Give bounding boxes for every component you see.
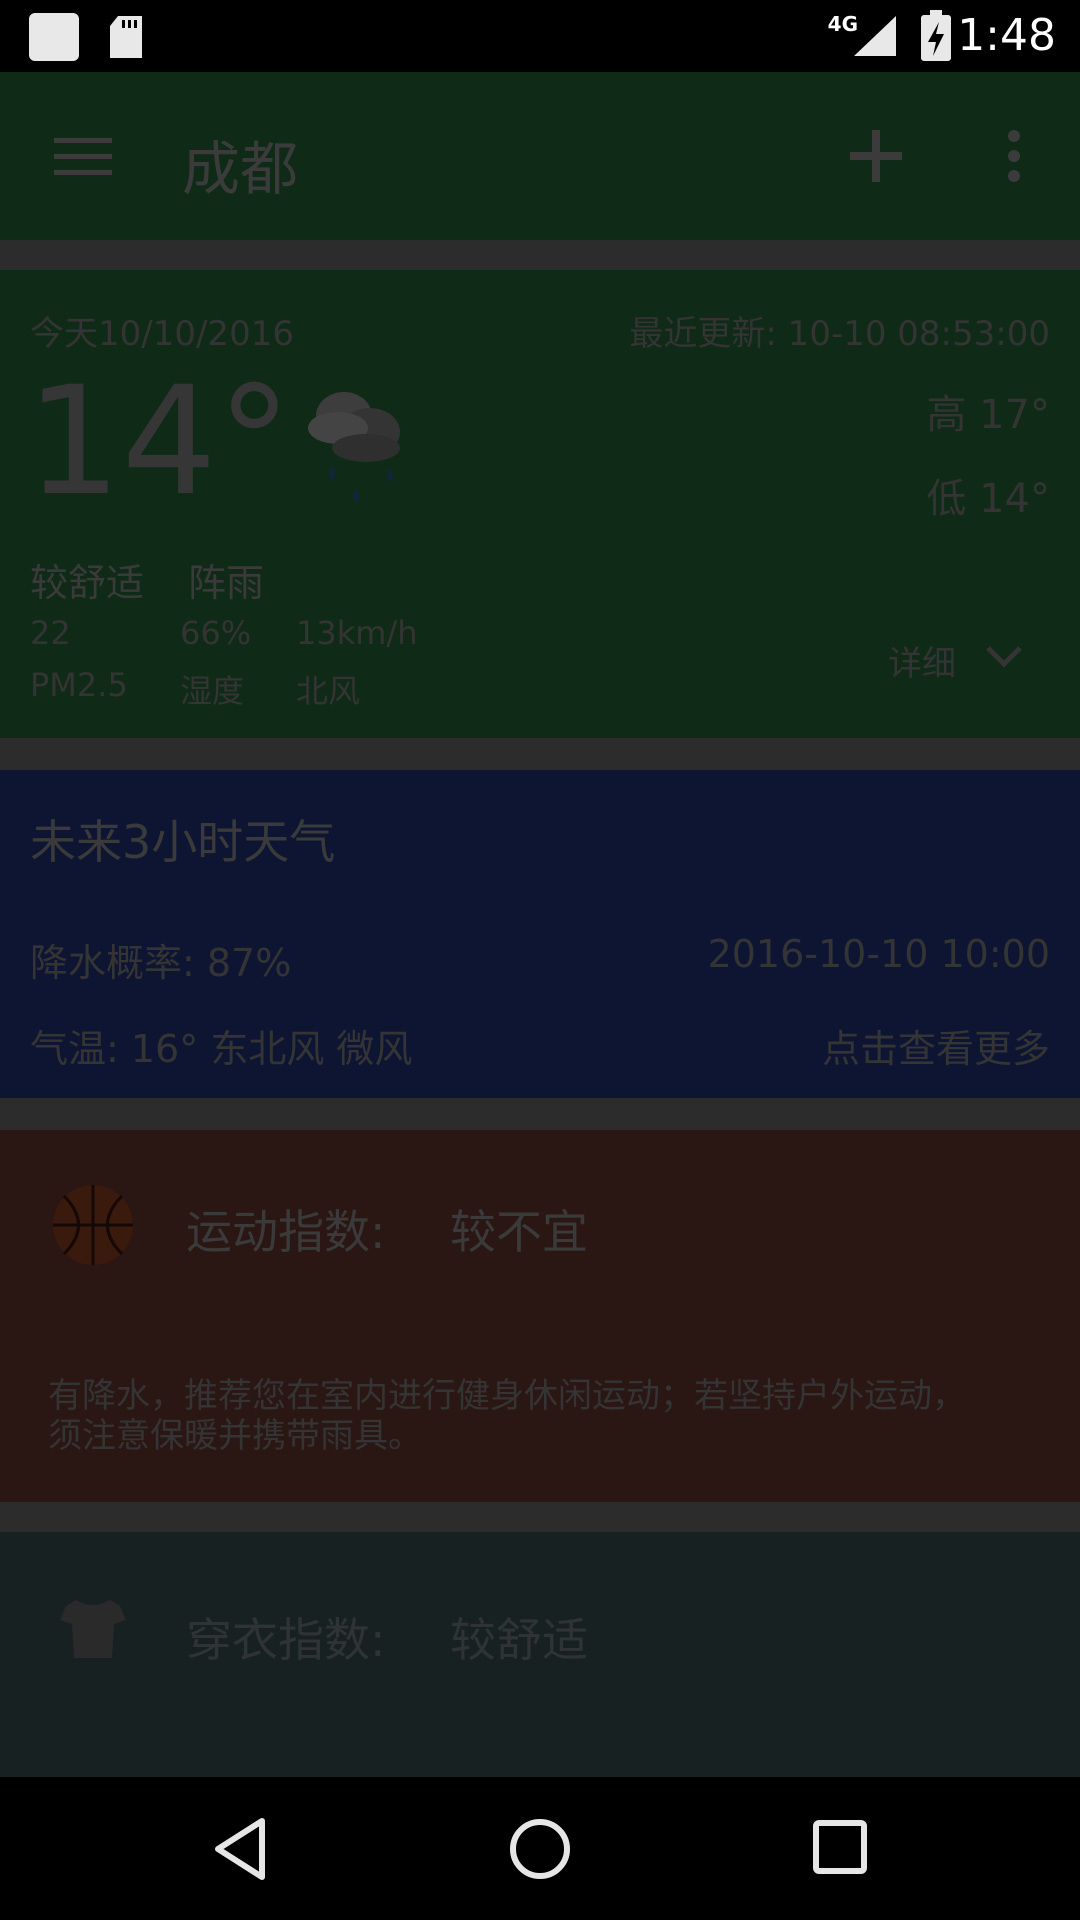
humidity-value: 66% (180, 614, 252, 652)
recent-apps-icon[interactable] (812, 1819, 868, 1879)
see-more-link[interactable]: 点击查看更多 (822, 1018, 1050, 1073)
sport-advice-line2: 须注意保暖并携带雨具。 (48, 1416, 422, 1456)
last-updated: 最近更新: 10-10 08:53:00 (629, 314, 1050, 354)
basketball-icon (50, 1182, 136, 1272)
sport-index-card[interactable]: 运动指数: 较不宜 有降水，推荐您在室内进行健身休闲运动；若坚持户外运动， 须注… (0, 1130, 1080, 1502)
wind-direction-label: 北风 (296, 672, 361, 710)
battery-icon (920, 10, 952, 66)
notification-icon (28, 12, 80, 66)
next-3h-card[interactable]: 未来3小时天气 降水概率: 87% 2016-10-10 10:00 气温: 1… (0, 770, 1080, 1098)
chevron-down-icon[interactable] (984, 638, 1024, 678)
signal-icon (852, 14, 898, 62)
wind-speed-value: 13km/h (296, 614, 418, 652)
clothing-index-label: 穿衣指数: (186, 1613, 386, 1667)
today-date: 今天10/10/2016 (30, 314, 294, 354)
shirt-icon (58, 1596, 128, 1666)
low-temp: 低 14° (926, 476, 1050, 522)
next-3h-title: 未来3小时天气 (30, 815, 336, 869)
toolbar: 成都 (0, 72, 1080, 240)
forecast-temp-wind: 气温: 16° 东北风 微风 (30, 1027, 413, 1071)
add-icon[interactable] (846, 126, 906, 190)
current-temp: 14° (26, 355, 292, 529)
shower-rain-icon (304, 376, 414, 520)
high-temp: 高 17° (926, 392, 1050, 438)
precipitation-probability: 降水概率: 87% (30, 941, 292, 985)
weather-condition: 阵雨 (188, 561, 265, 605)
status-bar: 4G 1:48 (0, 0, 1080, 72)
menu-icon[interactable] (52, 132, 116, 184)
navigation-bar (0, 1777, 1080, 1920)
sport-index-value: 较不宜 (450, 1205, 588, 1259)
comfort-level: 较舒适 (30, 561, 145, 605)
pm25-value: 22 (30, 614, 71, 652)
clothing-index-card[interactable]: 穿衣指数: 较舒适 (0, 1532, 1080, 1777)
today-weather-card[interactable]: 今天10/10/2016 最近更新: 10-10 08:53:00 14° 高 … (0, 270, 1080, 738)
sd-card-icon (108, 14, 144, 64)
city-title: 成都 (182, 135, 299, 203)
home-icon[interactable] (508, 1817, 572, 1885)
screen: 4G 1:48 成都 今天10/10/2016 最近更新: 10-10 08:5… (0, 0, 1080, 1920)
clock: 1:48 (957, 10, 1056, 61)
sport-index-label: 运动指数: (186, 1205, 386, 1259)
clothing-index-value: 较舒适 (450, 1613, 588, 1667)
humidity-label: 湿度 (180, 672, 245, 710)
back-icon[interactable] (210, 1817, 270, 1885)
pm25-label: PM2.5 (30, 666, 128, 704)
more-options-icon[interactable] (1000, 128, 1028, 188)
forecast-datetime: 2016-10-10 10:00 (707, 932, 1050, 976)
detail-button[interactable]: 详细 (888, 636, 956, 685)
